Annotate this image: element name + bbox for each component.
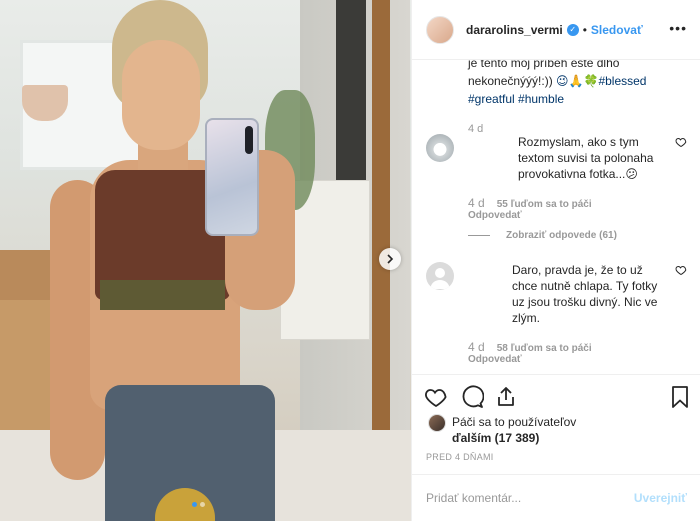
view-replies-label: Zobraziť odpovede (61): [506, 230, 617, 241]
caption-line-1: je tento môj príbeh ešte dlho: [468, 60, 620, 70]
hashtags[interactable]: #greatful #humble: [468, 90, 673, 108]
comment-time: 4 d: [468, 196, 485, 210]
post-comment-button[interactable]: Uverejniť: [634, 491, 687, 505]
likes-line-1: Páči sa to používateľov: [452, 415, 577, 429]
comment-time: 4 d: [468, 340, 485, 354]
face: [122, 40, 200, 150]
likes-text[interactable]: Páči sa to používateľov ďalším (17 389): [452, 414, 672, 446]
person-figure: [50, 0, 310, 521]
likes-count[interactable]: ďalším (17 389): [452, 431, 539, 445]
smartphone: [205, 118, 259, 236]
post-photo[interactable]: [0, 0, 411, 521]
sports-bra-band: [100, 280, 225, 310]
add-comment-bar: Uverejniť: [412, 474, 700, 521]
carousel-dot-1: [192, 502, 197, 507]
comment-likes[interactable]: 55 ľuďom sa to páči: [497, 199, 592, 210]
username[interactable]: dararolins_vermi: [466, 23, 563, 37]
share-icon[interactable]: [494, 385, 518, 409]
next-arrow-icon: [387, 254, 394, 264]
comment-icon[interactable]: [460, 385, 484, 409]
phone-camera: [245, 126, 253, 154]
separator-dot: •: [582, 22, 587, 37]
heart-icon[interactable]: [675, 264, 687, 276]
caption-line-2-text: nekonečnýýý!:)): [468, 74, 557, 88]
comment-input[interactable]: [426, 491, 634, 505]
follow-button[interactable]: Sledovať: [591, 23, 643, 37]
default-avatar-icon: [430, 268, 450, 289]
avatar[interactable]: [426, 262, 454, 290]
post-header: dararolins_vermi ✓ • Sledovať •••: [412, 0, 700, 60]
carousel-dot-2: [200, 502, 205, 507]
more-options-icon[interactable]: •••: [669, 20, 687, 36]
post-actions: [412, 374, 700, 414]
comment-likes[interactable]: 58 ľuďom sa to páči: [497, 343, 592, 354]
avatar[interactable]: [426, 15, 454, 44]
heart-icon[interactable]: [424, 385, 448, 409]
post-side-panel: dararolins_vermi ✓ • Sledovať ••• je ten…: [411, 0, 700, 521]
divider-line: [468, 235, 490, 236]
reply-button[interactable]: Odpovedať: [468, 354, 522, 365]
view-replies-button[interactable]: Zobraziť odpovede (61): [468, 230, 617, 241]
carousel-indicator: [192, 502, 205, 507]
post-timestamp[interactable]: PRED 4 DŇAMI: [426, 452, 494, 462]
reply-button[interactable]: Odpovedať: [468, 210, 522, 221]
avatar[interactable]: [426, 134, 454, 162]
verified-badge-icon: ✓: [566, 23, 579, 36]
comment-text: Daro, pravda je, že to už chce nutně chl…: [512, 263, 658, 325]
comment-text: Rozmyslam, ako s tym textom suvisi ta po…: [518, 135, 654, 181]
caption-line-2: nekonečnýýý!:)) 😉🙏🍀#blessed: [468, 72, 673, 90]
next-photo-button[interactable]: [379, 248, 401, 270]
background-mirror-frame: [336, 0, 366, 200]
bookmark-icon[interactable]: [668, 385, 692, 409]
caption: je tento môj príbeh ešte dlho nekonečnýý…: [468, 60, 673, 138]
comment-meta: 4 d 58 ľuďom sa to páči: [468, 340, 592, 354]
heart-icon[interactable]: [675, 136, 687, 148]
avatar[interactable]: [428, 414, 446, 432]
comment-meta: 4 d 55 ľuďom sa to páči: [468, 196, 592, 210]
hashtag-blessed[interactable]: 😉🙏🍀#blessed: [556, 74, 646, 88]
comments-list[interactable]: je tento môj príbeh ešte dlho nekonečnýý…: [412, 60, 700, 374]
